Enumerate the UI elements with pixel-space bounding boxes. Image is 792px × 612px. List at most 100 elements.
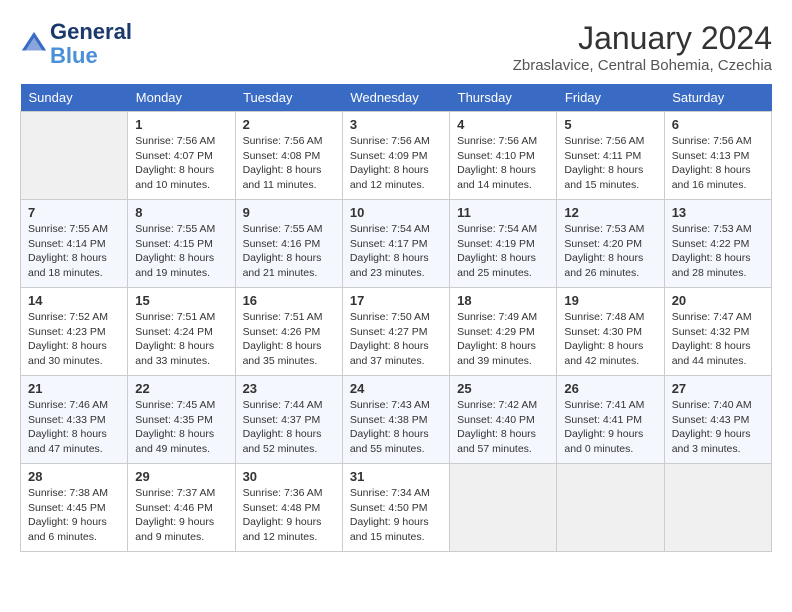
day-info: Sunrise: 7:47 AM Sunset: 4:32 PM Dayligh… xyxy=(672,310,764,369)
logo: GeneralBlue xyxy=(20,20,132,68)
day-info: Sunrise: 7:54 AM Sunset: 4:17 PM Dayligh… xyxy=(350,222,442,281)
day-info: Sunrise: 7:42 AM Sunset: 4:40 PM Dayligh… xyxy=(457,398,549,457)
day-info: Sunrise: 7:50 AM Sunset: 4:27 PM Dayligh… xyxy=(350,310,442,369)
day-info: Sunrise: 7:56 AM Sunset: 4:07 PM Dayligh… xyxy=(135,134,227,193)
day-info: Sunrise: 7:43 AM Sunset: 4:38 PM Dayligh… xyxy=(350,398,442,457)
day-cell: 25 Sunrise: 7:42 AM Sunset: 4:40 PM Dayli… xyxy=(450,376,557,464)
logo-text: GeneralBlue xyxy=(50,20,132,68)
day-info: Sunrise: 7:56 AM Sunset: 4:13 PM Dayligh… xyxy=(672,134,764,193)
day-number: 24 xyxy=(350,381,442,396)
page-header: GeneralBlue January 2024 Zbraslavice, Ce… xyxy=(20,20,772,74)
day-info: Sunrise: 7:51 AM Sunset: 4:24 PM Dayligh… xyxy=(135,310,227,369)
day-info: Sunrise: 7:51 AM Sunset: 4:26 PM Dayligh… xyxy=(243,310,335,369)
day-info: Sunrise: 7:55 AM Sunset: 4:14 PM Dayligh… xyxy=(28,222,120,281)
week-row-4: 21 Sunrise: 7:46 AM Sunset: 4:33 PM Dayli… xyxy=(21,376,772,464)
day-number: 30 xyxy=(243,469,335,484)
day-number: 11 xyxy=(457,205,549,220)
day-header-wednesday: Wednesday xyxy=(342,84,449,112)
day-info: Sunrise: 7:49 AM Sunset: 4:29 PM Dayligh… xyxy=(457,310,549,369)
day-cell: 2Sunrise: 7:56 AM Sunset: 4:08 PM Daylig… xyxy=(235,112,342,200)
day-cell: 19Sunrise: 7:48 AM Sunset: 4:30 PM Dayli… xyxy=(557,288,664,376)
day-header-tuesday: Tuesday xyxy=(235,84,342,112)
days-header-row: SundayMondayTuesdayWednesdayThursdayFrid… xyxy=(21,84,772,112)
day-cell xyxy=(664,464,771,552)
day-info: Sunrise: 7:56 AM Sunset: 4:09 PM Dayligh… xyxy=(350,134,442,193)
day-number: 14 xyxy=(28,293,120,308)
day-info: Sunrise: 7:41 AM Sunset: 4:41 PM Dayligh… xyxy=(564,398,656,457)
day-cell: 14 Sunrise: 7:52 AM Sunset: 4:23 PM Dayli… xyxy=(21,288,128,376)
week-row-2: 7 Sunrise: 7:55 AM Sunset: 4:14 PM Daylig… xyxy=(21,200,772,288)
day-info: Sunrise: 7:55 AM Sunset: 4:16 PM Dayligh… xyxy=(243,222,335,281)
day-number: 26 xyxy=(564,381,656,396)
month-year: January 2024 xyxy=(513,20,772,57)
day-cell: 13 Sunrise: 7:53 AM Sunset: 4:22 PM Dayli… xyxy=(664,200,771,288)
logo-icon xyxy=(20,30,48,58)
day-info: Sunrise: 7:38 AM Sunset: 4:45 PM Dayligh… xyxy=(28,486,120,545)
day-cell: 17 Sunrise: 7:50 AM Sunset: 4:27 PM Dayli… xyxy=(342,288,449,376)
day-number: 15 xyxy=(135,293,227,308)
day-number: 18 xyxy=(457,293,549,308)
day-info: Sunrise: 7:46 AM Sunset: 4:33 PM Dayligh… xyxy=(28,398,120,457)
day-number: 12 xyxy=(564,205,656,220)
day-info: Sunrise: 7:40 AM Sunset: 4:43 PM Dayligh… xyxy=(672,398,764,457)
day-number: 2 xyxy=(243,117,335,132)
day-number: 9 xyxy=(243,205,335,220)
title-block: January 2024 Zbraslavice, Central Bohemi… xyxy=(513,20,772,74)
day-number: 5 xyxy=(564,117,656,132)
day-cell: 22 Sunrise: 7:45 AM Sunset: 4:35 PM Dayli… xyxy=(128,376,235,464)
day-header-saturday: Saturday xyxy=(664,84,771,112)
day-number: 8 xyxy=(135,205,227,220)
day-header-thursday: Thursday xyxy=(450,84,557,112)
day-number: 3 xyxy=(350,117,442,132)
day-number: 16 xyxy=(243,293,335,308)
day-info: Sunrise: 7:44 AM Sunset: 4:37 PM Dayligh… xyxy=(243,398,335,457)
day-header-friday: Friday xyxy=(557,84,664,112)
day-info: Sunrise: 7:37 AM Sunset: 4:46 PM Dayligh… xyxy=(135,486,227,545)
day-number: 7 xyxy=(28,205,120,220)
day-cell: 10 Sunrise: 7:54 AM Sunset: 4:17 PM Dayli… xyxy=(342,200,449,288)
day-number: 1 xyxy=(135,117,227,132)
day-cell: 31Sunrise: 7:34 AM Sunset: 4:50 PM Dayli… xyxy=(342,464,449,552)
day-info: Sunrise: 7:53 AM Sunset: 4:22 PM Dayligh… xyxy=(672,222,764,281)
week-row-5: 28 Sunrise: 7:38 AM Sunset: 4:45 PM Dayli… xyxy=(21,464,772,552)
day-cell: 27 Sunrise: 7:40 AM Sunset: 4:43 PM Dayli… xyxy=(664,376,771,464)
day-cell: 7 Sunrise: 7:55 AM Sunset: 4:14 PM Daylig… xyxy=(21,200,128,288)
week-row-3: 14 Sunrise: 7:52 AM Sunset: 4:23 PM Dayli… xyxy=(21,288,772,376)
day-cell: 8Sunrise: 7:55 AM Sunset: 4:15 PM Daylig… xyxy=(128,200,235,288)
day-cell: 1 Sunrise: 7:56 AM Sunset: 4:07 PM Daylig… xyxy=(128,112,235,200)
day-cell: 11 Sunrise: 7:54 AM Sunset: 4:19 PM Dayli… xyxy=(450,200,557,288)
day-number: 4 xyxy=(457,117,549,132)
day-number: 23 xyxy=(243,381,335,396)
day-cell: 30 Sunrise: 7:36 AM Sunset: 4:48 PM Dayli… xyxy=(235,464,342,552)
day-number: 25 xyxy=(457,381,549,396)
day-number: 17 xyxy=(350,293,442,308)
day-cell: 23 Sunrise: 7:44 AM Sunset: 4:37 PM Dayli… xyxy=(235,376,342,464)
day-number: 27 xyxy=(672,381,764,396)
day-number: 19 xyxy=(564,293,656,308)
day-number: 13 xyxy=(672,205,764,220)
day-number: 21 xyxy=(28,381,120,396)
day-info: Sunrise: 7:56 AM Sunset: 4:10 PM Dayligh… xyxy=(457,134,549,193)
day-info: Sunrise: 7:52 AM Sunset: 4:23 PM Dayligh… xyxy=(28,310,120,369)
day-cell: 16 Sunrise: 7:51 AM Sunset: 4:26 PM Dayli… xyxy=(235,288,342,376)
day-number: 29 xyxy=(135,469,227,484)
day-number: 28 xyxy=(28,469,120,484)
day-number: 22 xyxy=(135,381,227,396)
day-cell: 21 Sunrise: 7:46 AM Sunset: 4:33 PM Dayli… xyxy=(21,376,128,464)
day-header-sunday: Sunday xyxy=(21,84,128,112)
day-info: Sunrise: 7:54 AM Sunset: 4:19 PM Dayligh… xyxy=(457,222,549,281)
calendar-table: SundayMondayTuesdayWednesdayThursdayFrid… xyxy=(20,84,772,552)
day-cell: 12Sunrise: 7:53 AM Sunset: 4:20 PM Dayli… xyxy=(557,200,664,288)
day-cell: 9 Sunrise: 7:55 AM Sunset: 4:16 PM Daylig… xyxy=(235,200,342,288)
day-cell xyxy=(21,112,128,200)
day-cell: 20 Sunrise: 7:47 AM Sunset: 4:32 PM Dayli… xyxy=(664,288,771,376)
day-cell: 26 Sunrise: 7:41 AM Sunset: 4:41 PM Dayli… xyxy=(557,376,664,464)
day-info: Sunrise: 7:45 AM Sunset: 4:35 PM Dayligh… xyxy=(135,398,227,457)
day-number: 10 xyxy=(350,205,442,220)
day-info: Sunrise: 7:36 AM Sunset: 4:48 PM Dayligh… xyxy=(243,486,335,545)
day-number: 31 xyxy=(350,469,442,484)
day-cell: 3 Sunrise: 7:56 AM Sunset: 4:09 PM Daylig… xyxy=(342,112,449,200)
day-number: 20 xyxy=(672,293,764,308)
week-row-1: 1 Sunrise: 7:56 AM Sunset: 4:07 PM Daylig… xyxy=(21,112,772,200)
day-cell xyxy=(557,464,664,552)
